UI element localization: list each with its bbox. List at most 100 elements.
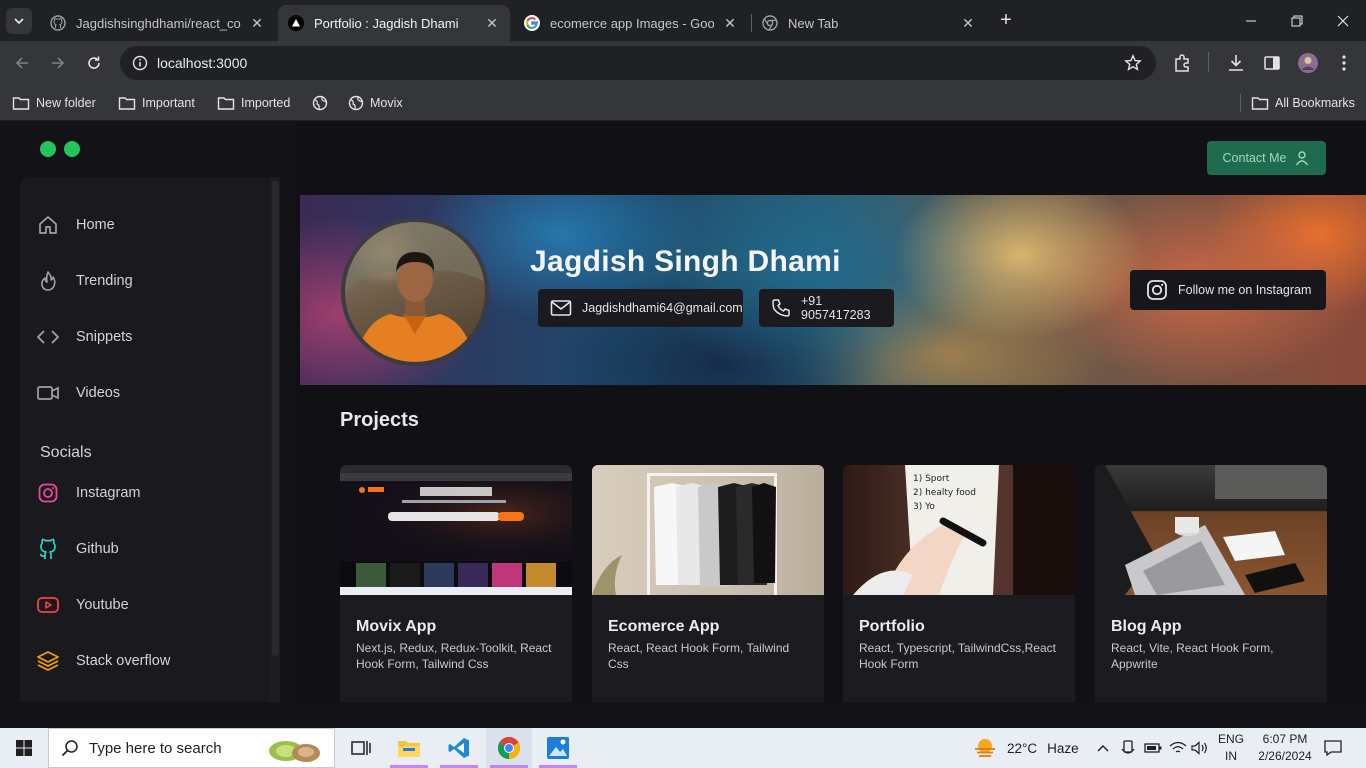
project-thumbnail — [592, 465, 824, 595]
menu-icon[interactable] — [1332, 51, 1356, 75]
tab-label: Portfolio : Jagdish Dhami — [314, 15, 459, 31]
sidebar-item-label: Snippets — [76, 329, 133, 345]
language-indicator[interactable]: ENG IN — [1214, 731, 1248, 765]
bookmarks-bar: New folder Important Imported Movix All … — [0, 85, 1366, 121]
bookmark-movix[interactable]: Movix — [348, 91, 403, 115]
folder-icon — [12, 95, 30, 111]
bookmark-globe[interactable] — [312, 91, 328, 115]
flame-icon — [36, 269, 60, 293]
tab-google-images[interactable]: ecomerce app Images - Google ✕ — [514, 5, 748, 41]
photos-app-button[interactable] — [535, 728, 581, 768]
sidebar-item-snippets[interactable]: Snippets — [36, 323, 132, 351]
bookmark-label: New folder — [36, 96, 96, 110]
tab-search-button[interactable] — [6, 8, 32, 34]
project-card-movix[interactable]: Movix App Next.js, Redux, Redux-Toolkit,… — [340, 465, 572, 702]
project-title: Portfolio — [859, 618, 925, 635]
sidebar-item-instagram[interactable]: Instagram — [36, 479, 140, 507]
chevron-down-icon — [14, 18, 24, 25]
sidebar-item-github[interactable]: Github — [36, 535, 119, 563]
start-button[interactable] — [8, 736, 40, 760]
folder-icon — [217, 95, 235, 111]
volume-icon[interactable] — [1191, 728, 1209, 768]
arrow-right-icon — [52, 57, 65, 69]
sidebar-item-youtube[interactable]: Youtube — [36, 591, 129, 619]
sidebar-item-label: Home — [76, 217, 115, 233]
sidebar-item-videos[interactable]: Videos — [36, 379, 120, 407]
github-icon — [36, 537, 60, 561]
url-text[interactable]: localhost:3000 — [157, 55, 247, 71]
address-bar[interactable]: localhost:3000 — [120, 46, 1156, 80]
show-hidden-icons[interactable] — [1096, 728, 1110, 768]
tab-new-tab[interactable]: New Tab ✕ — [752, 5, 986, 41]
reload-button[interactable] — [80, 49, 108, 77]
file-explorer-button[interactable] — [386, 728, 432, 768]
contact-me-button[interactable]: Contact Me — [1207, 141, 1326, 175]
browser-tab-bar: Jagdishsinghdhami/react_cours ✕ Portfoli… — [0, 0, 1366, 41]
new-tab-button[interactable]: + — [994, 8, 1018, 32]
forward-button[interactable] — [44, 49, 72, 77]
close-icon[interactable]: ✕ — [958, 13, 978, 33]
weather-desc: Haze — [1047, 740, 1079, 756]
notification-icon — [1324, 740, 1342, 756]
download-icon[interactable] — [1224, 51, 1248, 75]
side-panel-icon[interactable] — [1260, 51, 1284, 75]
all-bookmarks-button[interactable]: All Bookmarks — [1251, 91, 1355, 115]
project-card-ecomerce[interactable]: Ecomerce App React, React Hook Form, Tai… — [592, 465, 824, 702]
tab-github[interactable]: Jagdishsinghdhami/react_cours ✕ — [40, 5, 275, 41]
folder-icon — [398, 741, 420, 757]
globe-icon — [312, 95, 328, 111]
all-bookmarks-label: All Bookmarks — [1275, 96, 1355, 110]
restore-button[interactable] — [1274, 0, 1320, 41]
follow-instagram-button[interactable]: Follow me on Instagram — [1130, 270, 1326, 310]
minimize-button[interactable] — [1228, 0, 1274, 41]
weather-widget[interactable]: 22°C Haze — [973, 728, 1079, 768]
phone-chip[interactable]: +91 9057417283 — [759, 289, 894, 327]
extensions-icon[interactable] — [1170, 51, 1194, 75]
project-card-portfolio[interactable]: 1) Sport 2) healty food 3) Yo Portfolio … — [843, 465, 1075, 702]
bookmark-separator — [1240, 94, 1241, 112]
projects-heading: Projects — [340, 409, 419, 431]
site-info-icon[interactable] — [132, 55, 148, 71]
notifications-button[interactable] — [1324, 728, 1342, 768]
close-icon[interactable]: ✕ — [482, 13, 502, 33]
reload-icon — [88, 56, 100, 69]
close-icon[interactable]: ✕ — [720, 13, 740, 33]
taskbar-search[interactable]: Type here to search — [48, 728, 335, 768]
video-icon — [36, 381, 60, 405]
sidebar-scroll-thumb[interactable] — [272, 181, 279, 656]
bookmark-important[interactable]: Important — [118, 91, 195, 115]
chrome-button[interactable] — [486, 728, 532, 768]
portfolio-page: Home Trending Snippets Videos Socials In… — [0, 121, 1366, 702]
search-highlight-image — [264, 733, 324, 765]
bookmark-new-folder[interactable]: New folder — [12, 91, 96, 115]
star-icon[interactable] — [1124, 54, 1142, 72]
back-button[interactable] — [8, 49, 36, 77]
battery-icon[interactable] — [1144, 728, 1162, 768]
chrome-icon — [498, 737, 520, 759]
clock[interactable]: 6:07 PM 2/26/2024 — [1252, 731, 1318, 765]
sidebar-item-trending[interactable]: Trending — [36, 267, 133, 295]
sidebar-item-stack-overflow[interactable]: Stack overflow — [36, 647, 170, 675]
vscode-button[interactable] — [436, 728, 482, 768]
close-icon[interactable]: ✕ — [247, 13, 267, 33]
meet-now-icon[interactable] — [1120, 728, 1136, 768]
profile-avatar[interactable] — [1296, 51, 1320, 75]
windows-icon — [16, 740, 32, 756]
wifi-icon[interactable] — [1169, 728, 1187, 768]
project-tech: React, React Hook Form, Tailwind Css — [608, 641, 790, 671]
project-card-blog[interactable]: Blog App React, Vite, React Hook Form, A… — [1095, 465, 1327, 702]
profile-name: Jagdish Singh Dhami — [530, 245, 841, 278]
bookmark-label: Important — [142, 96, 195, 110]
bookmark-imported[interactable]: Imported — [217, 91, 290, 115]
google-icon — [524, 15, 540, 31]
email-chip[interactable]: Jagdishdhami64@gmail.com — [538, 289, 743, 327]
project-tech: React, Typescript, TailwindCss,React Hoo… — [859, 641, 1056, 671]
vercel-triangle-icon — [288, 15, 304, 31]
task-view-button[interactable] — [338, 728, 384, 768]
tab-portfolio[interactable]: Portfolio : Jagdish Dhami ✕ — [278, 5, 510, 41]
user-icon — [1294, 150, 1310, 166]
sidebar-item-home[interactable]: Home — [36, 211, 115, 239]
globe-icon — [348, 95, 364, 111]
haze-icon — [973, 737, 997, 759]
close-window-button[interactable] — [1320, 0, 1366, 41]
